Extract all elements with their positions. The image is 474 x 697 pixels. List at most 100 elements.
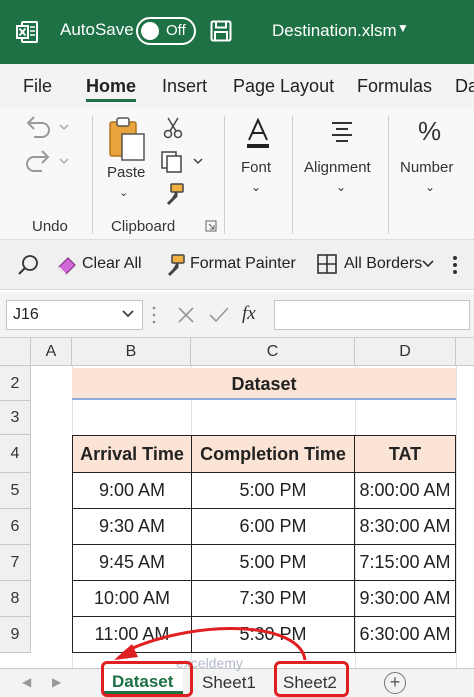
row-header[interactable]: 6 xyxy=(0,509,31,545)
tab-data[interactable]: Da xyxy=(455,76,474,97)
chevron-down-icon[interactable]: ▼ xyxy=(397,21,409,35)
sheet-tab-bar: ◀ ▶ Dataset Sheet1 Sheet2 + xyxy=(0,668,474,697)
row-header[interactable]: 4 xyxy=(0,435,31,473)
gridline xyxy=(456,366,457,668)
row-header[interactable]: 8 xyxy=(0,581,31,617)
insert-function-icon[interactable]: fx xyxy=(242,303,256,325)
toggle-knob xyxy=(141,22,159,40)
row-header[interactable]: 3 xyxy=(0,401,31,435)
tab-page-layout[interactable]: Page Layout xyxy=(233,76,334,97)
clipboard-group-label: Clipboard xyxy=(111,218,176,235)
all-borders-icon[interactable] xyxy=(316,253,338,275)
alignment-icon[interactable] xyxy=(330,120,354,142)
all-borders-button[interactable]: All Borders xyxy=(344,255,422,273)
table-cell[interactable]: 8:00:00 AM xyxy=(354,472,456,509)
autosave-label: AutoSave xyxy=(60,20,134,39)
format-painter-button[interactable]: Format Painter xyxy=(190,255,296,273)
alignment-label[interactable]: Alignment xyxy=(304,159,371,176)
table-cell[interactable]: 9:30 AM xyxy=(72,508,192,545)
undo-icon[interactable] xyxy=(24,114,72,140)
chevron-down-icon[interactable]: ⌄ xyxy=(336,180,346,194)
enter-check-icon[interactable] xyxy=(208,305,230,325)
column-header[interactable]: B xyxy=(72,338,191,366)
chevron-down-icon[interactable] xyxy=(121,309,135,319)
row-header[interactable]: 9 xyxy=(0,617,31,653)
tab-home[interactable]: Home xyxy=(86,76,136,97)
clear-all-button[interactable]: Clear All xyxy=(82,255,142,273)
eraser-icon[interactable] xyxy=(56,254,78,276)
number-label[interactable]: Number xyxy=(400,159,453,176)
title-bar: AutoSave Off Destination.xlsm ▼ xyxy=(0,0,474,64)
name-box-value: J16 xyxy=(13,306,39,323)
table-cell[interactable]: 9:45 AM xyxy=(72,544,192,581)
font-icon[interactable] xyxy=(244,118,272,152)
row-header[interactable]: 2 xyxy=(0,366,31,401)
chevron-down-icon[interactable]: ⌄ xyxy=(251,180,261,194)
table-cell[interactable]: 7:15:00 AM xyxy=(354,544,456,581)
column-tat[interactable]: TAT xyxy=(354,435,456,473)
percent-icon[interactable]: % xyxy=(418,116,441,147)
table-cell[interactable]: 8:30:00 AM xyxy=(354,508,456,545)
drag-handle-icon[interactable] xyxy=(151,305,157,325)
autosave-toggle[interactable]: Off xyxy=(136,17,196,45)
table-cell[interactable]: 5:00 PM xyxy=(191,544,355,581)
formula-input[interactable] xyxy=(274,300,470,330)
cancel-icon[interactable] xyxy=(176,305,196,325)
column-header[interactable]: C xyxy=(191,338,355,366)
row-header[interactable]: 7 xyxy=(0,545,31,581)
column-completion-time[interactable]: Completion Time xyxy=(191,435,355,473)
column-header[interactable]: A xyxy=(31,338,72,366)
dialog-launcher-icon[interactable] xyxy=(205,220,217,232)
row-header[interactable]: 5 xyxy=(0,473,31,509)
chevron-down-icon[interactable] xyxy=(421,259,435,269)
table-cell[interactable]: 5:00 PM xyxy=(191,472,355,509)
active-tab-indicator xyxy=(86,99,136,102)
annotation-box-sheet2 xyxy=(274,661,349,697)
scroll-right-icon[interactable]: ▶ xyxy=(52,675,61,689)
table-cell[interactable]: 6:00 PM xyxy=(191,508,355,545)
search-icon[interactable] xyxy=(18,254,40,276)
cut-icon[interactable] xyxy=(162,116,184,140)
table-cell[interactable]: 6:30:00 AM xyxy=(354,616,456,653)
tab-insert[interactable]: Insert xyxy=(162,76,207,97)
column-arrival-time[interactable]: Arrival Time xyxy=(72,435,192,473)
toggle-state: Off xyxy=(166,22,186,39)
table-cell[interactable]: 9:00 AM xyxy=(72,472,192,509)
table-header-row: Arrival Time Completion Time TAT xyxy=(72,435,456,473)
tab-formulas[interactable]: Formulas xyxy=(357,76,432,97)
scroll-left-icon[interactable]: ◀ xyxy=(22,675,31,689)
copy-icon[interactable] xyxy=(160,150,206,174)
more-options-icon[interactable] xyxy=(448,254,462,276)
table-cell[interactable]: 11:00 AM xyxy=(72,616,192,653)
sheet-tab-sheet1[interactable]: Sheet1 xyxy=(202,673,256,693)
table-cell[interactable]: 10:00 AM xyxy=(72,580,192,617)
column-header[interactable]: D xyxy=(355,338,456,366)
annotation-box-dataset xyxy=(101,661,193,697)
quick-toolbar: Clear All Format Painter All Borders xyxy=(0,240,474,290)
divider xyxy=(388,116,389,234)
add-sheet-icon[interactable]: + xyxy=(384,672,406,694)
chevron-down-icon[interactable]: ⌄ xyxy=(119,186,128,199)
tab-file[interactable]: File xyxy=(23,76,52,97)
table-cell[interactable]: 7:30 PM xyxy=(191,580,355,617)
chevron-down-icon[interactable]: ⌄ xyxy=(425,180,435,194)
font-label[interactable]: Font xyxy=(241,159,271,176)
divider xyxy=(224,116,225,234)
table-cell[interactable]: 9:30:00 AM xyxy=(354,580,456,617)
dataset-title[interactable]: Dataset xyxy=(72,368,456,400)
format-painter-icon[interactable] xyxy=(162,182,186,208)
column-header[interactable] xyxy=(456,338,474,366)
table-row: 9:00 AM 5:00 PM 8:00:00 AM xyxy=(72,472,456,509)
save-icon[interactable] xyxy=(210,20,232,42)
undo-group-label: Undo xyxy=(32,218,68,235)
redo-icon[interactable] xyxy=(24,148,72,174)
name-box[interactable]: J16 xyxy=(6,300,143,330)
paste-icon[interactable] xyxy=(106,114,148,162)
select-all-corner[interactable] xyxy=(0,338,31,366)
format-painter-icon[interactable] xyxy=(164,253,186,277)
divider xyxy=(292,116,293,234)
table-cell[interactable]: 5:30 PM xyxy=(191,616,355,653)
file-name[interactable]: Destination.xlsm xyxy=(272,21,397,41)
data-table: Arrival Time Completion Time TAT 9:00 AM… xyxy=(72,435,456,653)
paste-label[interactable]: Paste xyxy=(107,164,145,181)
